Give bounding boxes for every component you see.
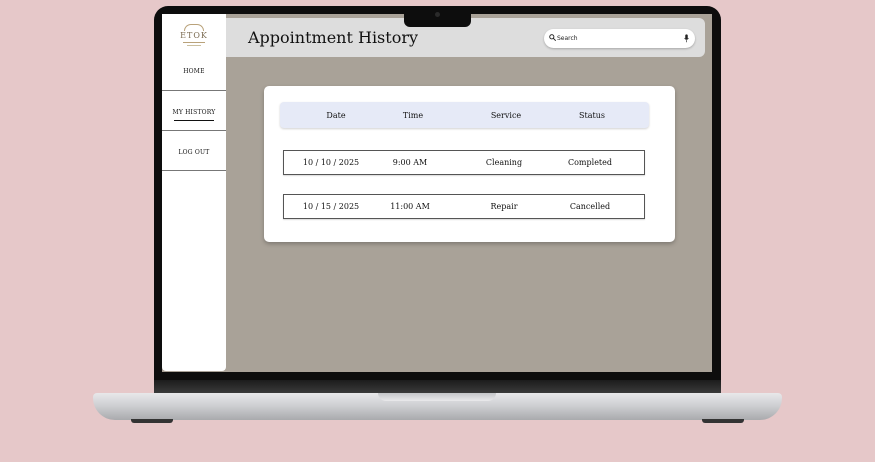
table-row[interactable]: 10 / 10 / 2025 9:00 AM Cleaning Complete… <box>283 150 645 175</box>
cell-service: Cleaning <box>485 158 523 167</box>
column-header-status: Status <box>579 110 605 120</box>
laptop-base-lip <box>378 393 496 401</box>
microphone-icon[interactable] <box>684 34 689 43</box>
sidebar-item-label: HOME <box>183 67 205 75</box>
sidebar-item-label: MY HISTORY <box>172 108 216 116</box>
search-input[interactable] <box>557 31 677 46</box>
sidebar-item-my-history[interactable]: MY HISTORY <box>162 92 226 132</box>
cell-date: 10 / 15 / 2025 <box>302 202 360 211</box>
search-icon[interactable] <box>549 34 556 41</box>
sidebar-divider <box>162 130 226 131</box>
table-header: Date Time Service Status <box>280 102 649 128</box>
logo-arc-icon <box>184 24 204 31</box>
active-indicator <box>174 120 214 121</box>
cell-status: Cancelled <box>569 202 611 211</box>
app-screen: ETOK HOME MY HISTORY LOG OUT Appointment… <box>162 14 712 372</box>
sidebar-divider <box>162 170 226 171</box>
logo-underline <box>183 42 205 43</box>
laptop-foot-right <box>702 419 744 423</box>
sidebar: ETOK HOME MY HISTORY LOG OUT <box>162 14 226 371</box>
cell-date: 10 / 10 / 2025 <box>302 158 360 167</box>
laptop-mockup: ETOK HOME MY HISTORY LOG OUT Appointment… <box>0 0 875 462</box>
sidebar-item-home[interactable]: HOME <box>162 51 226 91</box>
appointment-history-card: Date Time Service Status 10 / 10 / 2025 … <box>264 86 675 242</box>
cell-time: 11:00 AM <box>390 202 430 211</box>
search-bar[interactable] <box>544 29 695 48</box>
camera-notch <box>404 7 471 27</box>
column-header-time: Time <box>402 110 424 120</box>
brand-logo[interactable]: ETOK <box>176 24 212 50</box>
logo-text: ETOK <box>180 31 208 40</box>
sidebar-divider <box>162 90 226 91</box>
logo-subline <box>187 45 201 46</box>
laptop-hinge <box>154 380 721 393</box>
table-row[interactable]: 10 / 15 / 2025 11:00 AM Repair Cancelled <box>283 194 645 219</box>
sidebar-item-log-out[interactable]: LOG OUT <box>162 132 226 172</box>
sidebar-item-label: LOG OUT <box>178 148 210 156</box>
cell-status: Completed <box>567 158 612 167</box>
cell-service: Repair <box>490 202 518 211</box>
laptop-foot-left <box>131 419 173 423</box>
page-title: Appointment History <box>248 28 419 47</box>
column-header-service: Service <box>490 110 522 120</box>
cell-time: 9:00 AM <box>392 158 428 167</box>
camera-icon <box>435 12 440 17</box>
column-header-date: Date <box>326 110 346 120</box>
